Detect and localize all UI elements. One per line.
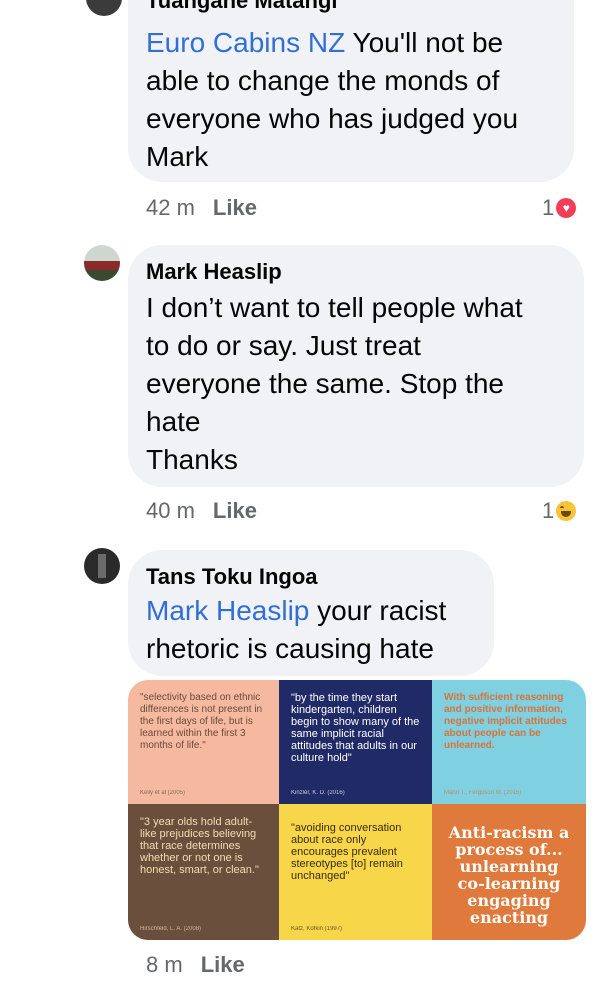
haha-icon (556, 501, 577, 521)
collage-tile: "3 year olds hold adult-like prejudices … (128, 804, 279, 940)
comment-text-line: your racist (309, 595, 447, 626)
avatar[interactable] (84, 548, 120, 584)
comment-text-line: Mark (146, 141, 209, 172)
collage-tile: "avoiding conversation about race only e… (279, 804, 432, 940)
collage-citation: Hirschfeld, L. A. (2008) (140, 926, 202, 932)
collage-tile: With sufficient reasoning and positive i… (432, 680, 586, 804)
collage-quote: "3 year olds hold adult-like prejudices … (140, 816, 259, 876)
comment-text-line: You'll not be (345, 27, 504, 58)
comment-meta: 8 m Like (146, 952, 245, 978)
collage-citation: Kinzler, K. D. (2016) (291, 790, 345, 796)
collage-quote: "avoiding conversation about race only e… (291, 822, 403, 882)
comment-time[interactable]: 42 m (146, 195, 195, 220)
like-button[interactable]: Like (213, 498, 257, 523)
collage-tile: "selectivity based on ethnic differences… (128, 680, 279, 804)
like-button[interactable]: Like (213, 195, 257, 220)
reaction-count: 1 (542, 498, 555, 523)
heart-icon: ♥ (556, 198, 577, 218)
comment-text-line: Thanks (146, 444, 238, 475)
avatar[interactable] (86, 0, 122, 16)
comment-text-line: able to change the monds of (146, 65, 500, 96)
comment-text: Euro Cabins NZ You'll not be able to cha… (146, 24, 518, 176)
collage-quote: "selectivity based on ethnic differences… (140, 692, 263, 751)
collage-quote: "by the time they start kindergarten, ch… (291, 692, 420, 764)
comment-author[interactable]: Tans Toku Ingoa (146, 564, 318, 590)
comment-text-line: rhetoric is causing hate (146, 633, 434, 664)
avatar-figure (98, 554, 106, 578)
comment-meta: 42 m Like (146, 195, 257, 221)
collage-citation: Kelly et al (2005) (140, 790, 186, 796)
comment-time[interactable]: 40 m (146, 498, 195, 523)
reaction-summary[interactable]: 1 (542, 498, 577, 524)
avatar[interactable] (84, 245, 120, 281)
comment-text-line: everyone who has judged you (146, 103, 519, 134)
comment-text-line: hate (146, 406, 201, 437)
reaction-count: 1 (542, 195, 555, 220)
collage-tile: "by the time they start kindergarten, ch… (279, 680, 432, 804)
comment-time[interactable]: 8 m (146, 952, 183, 977)
mention-link[interactable]: Euro Cabins NZ (146, 27, 345, 58)
image-attachment[interactable]: "selectivity based on ethnic differences… (128, 680, 586, 940)
collage-quote: With sufficient reasoning and positive i… (444, 692, 567, 751)
like-button[interactable]: Like (201, 952, 245, 977)
comment-text-line: to do or say. Just treat (146, 330, 421, 361)
collage-quote: Anti-racism a process of... unlearning c… (448, 823, 570, 927)
comment-author[interactable]: Tuangane Matangi (146, 0, 338, 14)
collage-citation: Katz, Kofkin (1997) (291, 926, 343, 932)
comment-text-line: everyone the same. Stop the (146, 368, 504, 399)
reaction-summary[interactable]: 1 ♥ (542, 195, 577, 221)
collage-citation: Mann T., Ferguson M. (2015) (444, 790, 522, 796)
comment-text: I don’t want to tell people what to do o… (146, 289, 523, 479)
comment-meta: 40 m Like (146, 498, 257, 524)
comment-author[interactable]: Mark Heaslip (146, 259, 282, 285)
comment-text-line: I don’t want to tell people what (146, 292, 523, 323)
comment-text: Mark Heaslip your racist rhetoric is cau… (146, 592, 446, 668)
collage-tile: Anti-racism a process of... unlearning c… (432, 804, 586, 940)
mention-link[interactable]: Mark Heaslip (146, 595, 309, 626)
